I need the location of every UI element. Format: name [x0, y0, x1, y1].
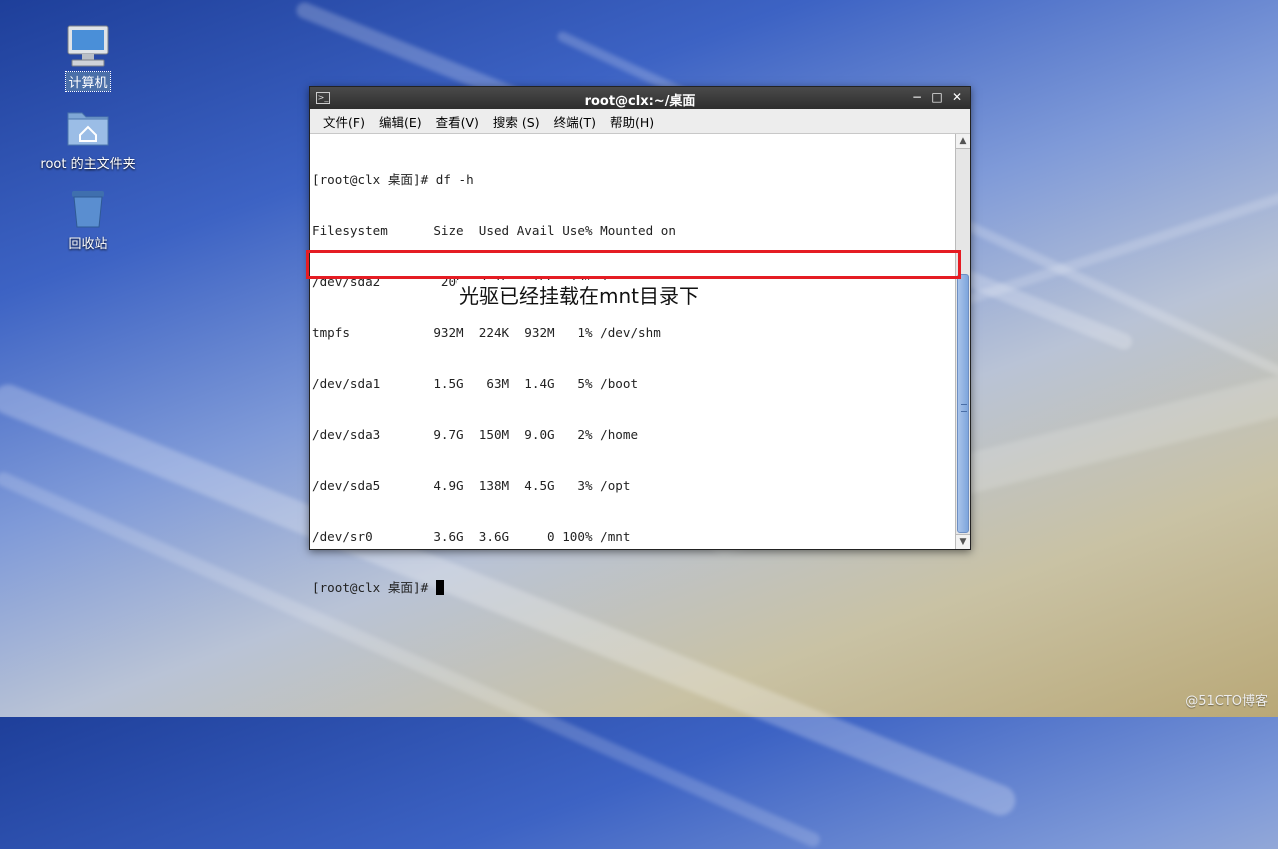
vertical-scrollbar[interactable]: ▲ ▼ [955, 134, 970, 549]
desktop-icon-trash[interactable]: 回收站 [33, 183, 143, 252]
scroll-down-icon[interactable]: ▼ [956, 534, 970, 549]
maximize-button[interactable]: □ [930, 89, 944, 105]
menu-help[interactable]: 帮助(H) [603, 112, 661, 131]
terminal-line: /dev/sda1 1.5G 63M 1.4G 5% /boot [312, 376, 639, 391]
home-folder-icon [64, 103, 112, 151]
menu-terminal[interactable]: 终端(T) [547, 112, 603, 131]
desktop-icon-label: root 的主文件夹 [40, 157, 136, 172]
terminal-prompt-line: [root@clx 桌面]# [312, 579, 676, 596]
terminal-line: /dev/sr0 3.6G 3.6G 0 100% /mnt [312, 529, 631, 544]
terminal-line: /dev/sda5 4.9G 138M 4.5G 3% /opt [312, 478, 631, 493]
terminal-area[interactable]: [root@clx 桌面]# df -h Filesystem Size Use… [310, 134, 970, 595]
terminal-line: Filesystem Size Used Avail Use% Mounted … [312, 223, 676, 238]
computer-icon [64, 22, 112, 70]
trash-icon [64, 183, 112, 231]
scroll-up-icon[interactable]: ▲ [956, 134, 970, 149]
terminal-line: /dev/sda3 9.7G 150M 9.0G 2% /home [312, 427, 639, 442]
terminal-line: [root@clx 桌面]# df -h [312, 172, 474, 187]
menu-view[interactable]: 查看(V) [429, 112, 486, 131]
grip-icon [961, 403, 967, 412]
menu-bar: 文件(F) 编辑(E) 查看(V) 搜索 (S) 终端(T) 帮助(H) [310, 109, 970, 134]
watermark: @51CTO博客 [1185, 694, 1268, 709]
close-button[interactable]: ✕ [950, 89, 964, 105]
desktop-icon-label: 计算机 [65, 71, 111, 92]
desktop-icon-label: 回收站 [68, 237, 108, 252]
menu-edit[interactable]: 编辑(E) [372, 112, 429, 131]
terminal-output: [root@clx 桌面]# df -h Filesystem Size Use… [312, 137, 676, 630]
annotation-text: 光驱已经挂载在mnt目录下 [457, 280, 701, 309]
desktop-icon-computer[interactable]: 计算机 [33, 22, 143, 92]
highlight-box [306, 250, 961, 279]
text-cursor [435, 580, 444, 595]
menu-search[interactable]: 搜索 (S) [486, 112, 547, 131]
terminal-prompt: [root@clx 桌面]# [312, 580, 436, 595]
terminal-line: tmpfs 932M 224K 932M 1% /dev/shm [312, 325, 661, 340]
scroll-thumb[interactable] [957, 274, 969, 533]
menu-file[interactable]: 文件(F) [316, 112, 372, 131]
desktop-icon-home-folder[interactable]: root 的主文件夹 [33, 103, 143, 172]
terminal-window: >_ root@clx:~/桌面 − □ ✕ 文件(F) 编辑(E) 查看(V)… [309, 86, 971, 595]
window-title: root@clx:~/桌面 [584, 94, 696, 109]
title-bar[interactable]: >_ root@clx:~/桌面 − □ ✕ [310, 87, 970, 109]
minimize-button[interactable]: − [910, 89, 924, 105]
